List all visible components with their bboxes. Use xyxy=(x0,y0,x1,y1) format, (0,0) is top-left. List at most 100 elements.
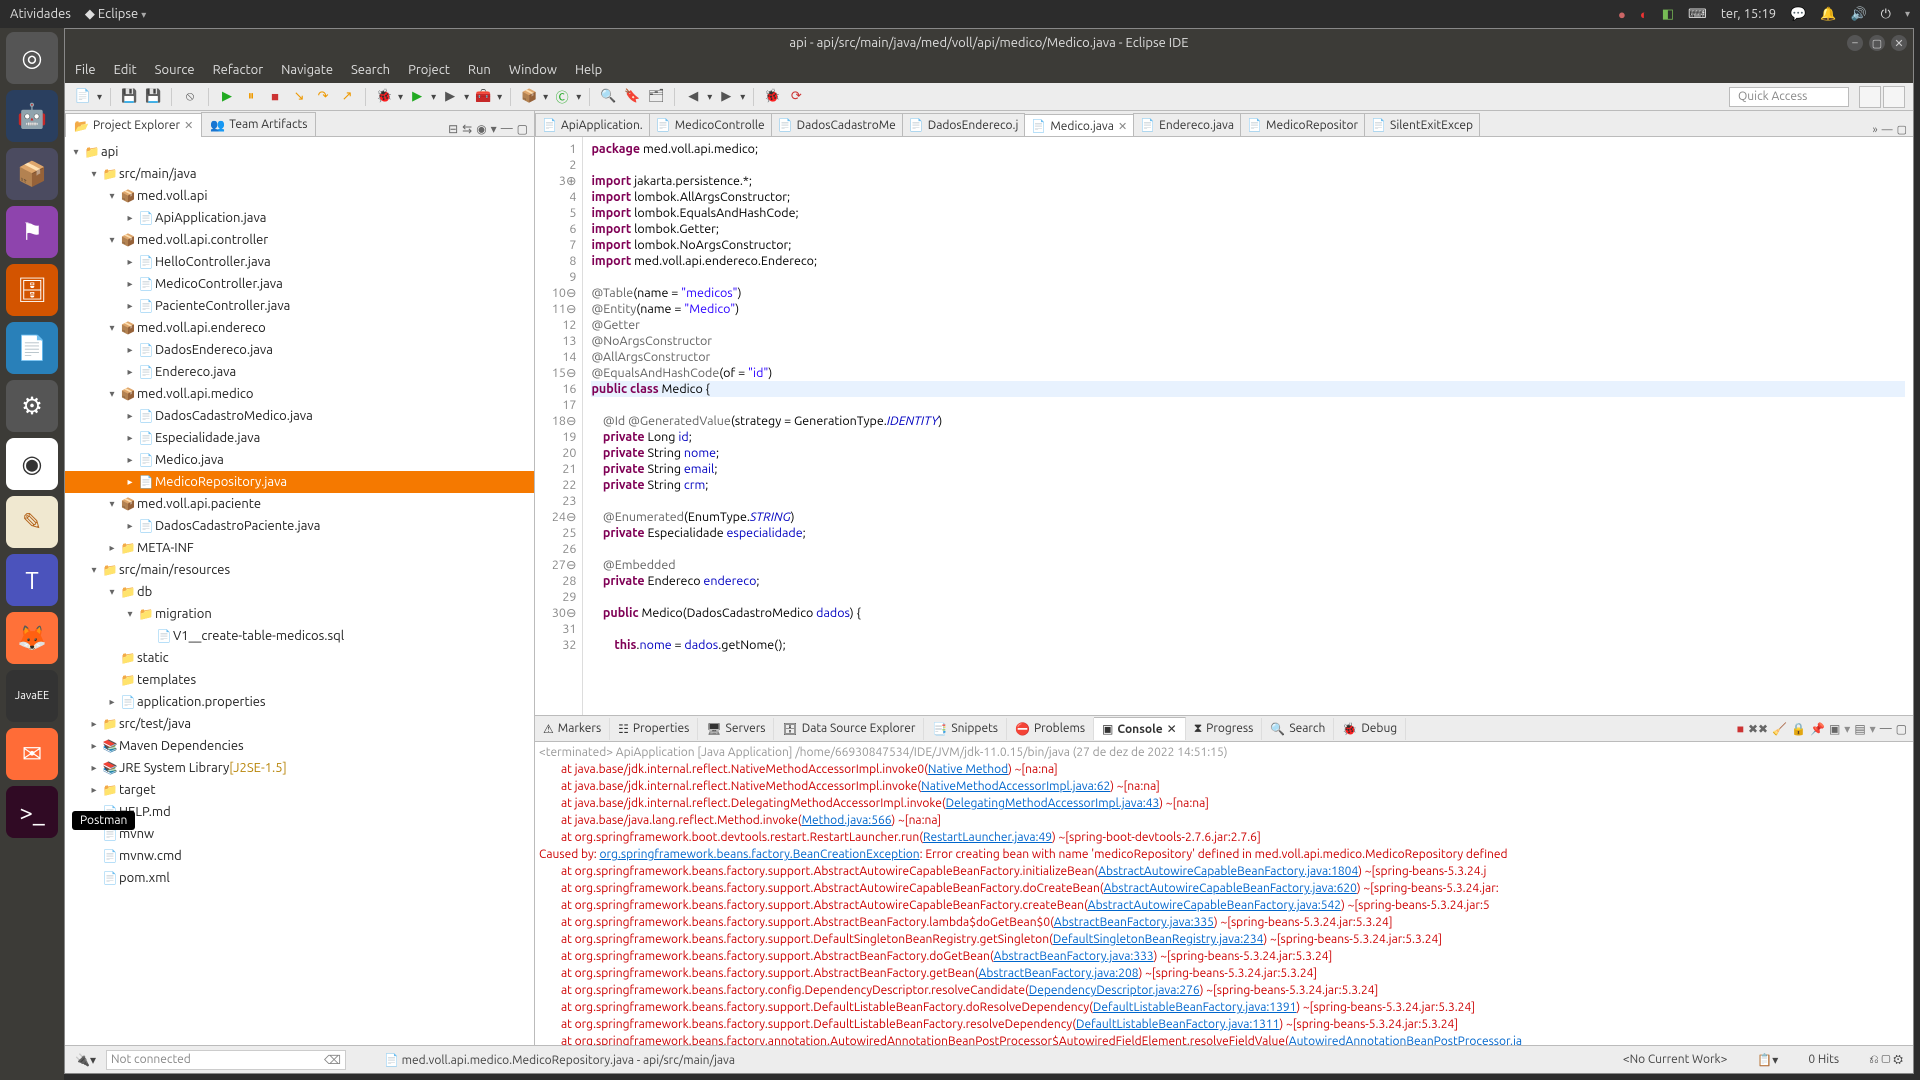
collapse-all-icon[interactable]: ⊟ xyxy=(448,122,458,136)
tree-item[interactable]: ▸📄HelloController.java xyxy=(65,251,534,273)
dock-files-icon[interactable]: 🗄 xyxy=(6,264,58,316)
editor-tab[interactable]: 📄 DadosCadastroMe xyxy=(771,113,903,136)
scroll-lock-icon[interactable]: 🔒 xyxy=(1791,722,1806,736)
debug-tab[interactable]: 🐞 Debug xyxy=(1334,718,1406,740)
tree-item[interactable]: ▸📄PacienteController.java xyxy=(65,295,534,317)
dock-firefox-icon[interactable]: 🦊 xyxy=(6,612,58,664)
dock-app-icon[interactable]: ⚑ xyxy=(6,206,58,258)
open-console-icon[interactable]: ▤ xyxy=(1854,722,1865,736)
tree-item[interactable]: ▸📄DadosCadastroPaciente.java xyxy=(65,515,534,537)
run-button[interactable]: ▶ xyxy=(407,87,427,107)
console-tab[interactable]: ▣ Console ✕ xyxy=(1094,717,1186,740)
tree-item[interactable]: ▸📁target xyxy=(65,779,534,801)
tree-item[interactable]: ▾📦med.voll.api.endereco xyxy=(65,317,534,339)
keyboard-indicator[interactable]: ⌨ xyxy=(1688,7,1707,22)
dock-postman-icon[interactable]: ✉ xyxy=(6,728,58,780)
tree-item[interactable]: ▾📦med.voll.api.paciente xyxy=(65,493,534,515)
suspend-button[interactable]: ⏸ xyxy=(241,87,261,107)
task-icon[interactable]: 📋▾ xyxy=(1757,1053,1778,1067)
tray-icon[interactable]: ◐ xyxy=(1640,7,1648,22)
volume-icon[interactable]: 🔊 xyxy=(1850,7,1866,22)
new-package-button[interactable]: 📦 xyxy=(519,87,539,107)
menu-file[interactable]: File xyxy=(75,63,96,77)
dock-editor-icon[interactable]: ✎ xyxy=(6,496,58,548)
new-class-button[interactable]: Ⓒ xyxy=(552,87,572,107)
dock-app-icon[interactable]: 🤖 xyxy=(6,90,58,142)
tree-item[interactable]: ▾📁src/main/resources xyxy=(65,559,534,581)
dock-eclipse-icon[interactable]: ◎ xyxy=(6,32,58,84)
minimize-icon[interactable]: — xyxy=(1882,124,1893,136)
perspective-button[interactable] xyxy=(1859,86,1881,108)
back-button[interactable]: ◀ xyxy=(683,87,703,107)
tree-item[interactable]: ▸📁src/test/java xyxy=(65,713,534,735)
tree-item[interactable]: ▸📄Especialidade.java xyxy=(65,427,534,449)
team-artifacts-tab[interactable]: 👥 Team Artifacts xyxy=(201,112,316,136)
dse-tab[interactable]: 🗄 Data Source Explorer xyxy=(774,718,924,740)
servers-tab[interactable]: 🖥 Servers xyxy=(698,718,774,740)
dock-javaee-icon[interactable]: JavaEE xyxy=(6,670,58,722)
tree-item[interactable]: ▸📄Endereco.java xyxy=(65,361,534,383)
new-button[interactable]: 📄 xyxy=(73,87,93,107)
progress-tab[interactable]: ⧗ Progress xyxy=(1186,718,1263,740)
quick-access-input[interactable]: Quick Access xyxy=(1729,87,1849,107)
dock-insomnia-icon[interactable]: 📦 xyxy=(6,148,58,200)
maximize-icon[interactable]: ▢ xyxy=(1897,123,1907,136)
tree-item[interactable]: ▸📚Maven Dependencies xyxy=(65,735,534,757)
terminate-button[interactable]: ■ xyxy=(265,87,285,107)
snippets-tab[interactable]: 📑 Snippets xyxy=(924,718,1007,740)
tree-item[interactable]: 📄pom.xml xyxy=(65,867,534,889)
dock-chrome-icon[interactable]: ◉ xyxy=(6,438,58,490)
tree-item[interactable]: ▸📄ApiApplication.java xyxy=(65,207,534,229)
pin-icon[interactable]: 📌 xyxy=(1810,722,1825,736)
show-list-icon[interactable]: » xyxy=(1872,124,1877,136)
focus-icon[interactable]: ◉ xyxy=(476,122,486,136)
tree-item[interactable]: ▾📦med.voll.api.medico xyxy=(65,383,534,405)
tree-item[interactable]: 📄mvnw xyxy=(65,823,534,845)
tree-item[interactable]: ▸📄MedicoController.java xyxy=(65,273,534,295)
tree-item[interactable]: 📁templates xyxy=(65,669,534,691)
editor-tab[interactable]: 📄 SilentExitExcep xyxy=(1364,113,1480,136)
tree-item[interactable]: ▾📁migration xyxy=(65,603,534,625)
status-icons[interactable]: ⎌ ▢ ⚙ xyxy=(1869,1053,1903,1067)
tree-item[interactable]: ▸📄Medico.java xyxy=(65,449,534,471)
clock[interactable]: ter, 15:19 xyxy=(1721,7,1776,21)
tree-item[interactable]: ▾📁db xyxy=(65,581,534,603)
search-tab[interactable]: 🔍 Search xyxy=(1262,718,1334,740)
forward-button[interactable]: ▶ xyxy=(716,87,736,107)
bell-icon[interactable]: 🔔 xyxy=(1820,7,1836,22)
tray-icon[interactable]: ◧ xyxy=(1662,7,1674,22)
menu-refactor[interactable]: Refactor xyxy=(213,63,264,77)
display-icon[interactable]: ▣ xyxy=(1829,722,1840,736)
connection-status[interactable]: Not connected⌫ xyxy=(106,1050,346,1070)
tree-item[interactable]: 📁static xyxy=(65,647,534,669)
step-return-button[interactable]: ↗ xyxy=(337,87,357,107)
dock-terminal-icon[interactable]: >_ xyxy=(6,786,58,838)
task-status[interactable]: <No Current Work> xyxy=(1623,1053,1728,1066)
refresh-button[interactable]: ⟳ xyxy=(786,87,806,107)
menu-edit[interactable]: Edit xyxy=(114,63,137,77)
save-button[interactable]: 💾 xyxy=(119,87,139,107)
tree-item-selected[interactable]: ▸📄MedicoRepository.java xyxy=(65,471,534,493)
resume-button[interactable]: ▶ xyxy=(217,87,237,107)
editor-tab[interactable]: 📄 Endereco.java xyxy=(1133,113,1241,136)
save-all-button[interactable]: 💾 xyxy=(143,87,163,107)
tree-item[interactable]: 📄HELP.md xyxy=(65,801,534,823)
tree-item[interactable]: ▾📁src/main/java xyxy=(65,163,534,185)
close-button[interactable]: ✕ xyxy=(1891,35,1907,51)
menu-source[interactable]: Source xyxy=(155,63,195,77)
tree-item[interactable]: ▸📄application.properties xyxy=(65,691,534,713)
minimize-view-icon[interactable]: — xyxy=(501,122,513,136)
properties-tab[interactable]: ☷ Properties xyxy=(610,718,698,740)
minimize-button[interactable]: – xyxy=(1847,35,1863,51)
tree-item[interactable]: ▸📚JRE System Library [J2SE-1.5] xyxy=(65,757,534,779)
maximize-button[interactable]: ▢ xyxy=(1869,35,1885,51)
link-editor-icon[interactable]: ⇆ xyxy=(462,122,472,136)
menu-navigate[interactable]: Navigate xyxy=(281,63,333,77)
project-tree[interactable]: ▾📁api ▾📁src/main/java ▾📦med.voll.api ▸📄A… xyxy=(65,137,534,1045)
code-editor[interactable]: 1 2 3⊕ 4 5 6 7 8 9 10⊖ 11⊖ 12 13 14 15⊖ … xyxy=(535,137,1913,715)
tree-item[interactable]: 📄mvnw.cmd xyxy=(65,845,534,867)
problems-tab[interactable]: ⛔ Problems xyxy=(1007,718,1094,740)
power-icon[interactable]: ⏻ xyxy=(1881,7,1891,22)
tree-item[interactable]: ▸📄DadosCadastroMedico.java xyxy=(65,405,534,427)
menu-project[interactable]: Project xyxy=(408,63,450,77)
